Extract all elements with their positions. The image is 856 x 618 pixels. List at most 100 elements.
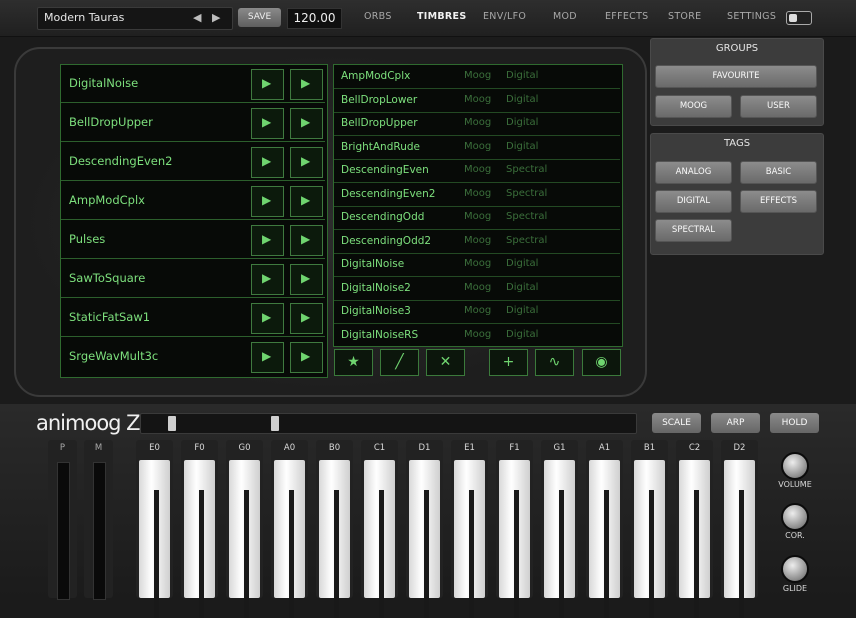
table-row[interactable]: BrightAndRude Moog Digital <box>334 136 620 160</box>
table-row[interactable]: DigitalNoiseRS Moog Digital <box>334 324 620 347</box>
list-item[interactable]: Pulses ▶ ▶ <box>61 221 325 259</box>
list-item[interactable]: StaticFatSaw1 ▶ ▶ <box>61 299 325 337</box>
orb-play-button[interactable]: ▶ <box>290 342 323 373</box>
tab-env-lfo[interactable]: ENV/LFO <box>483 11 526 22</box>
cor-knob[interactable] <box>781 503 809 531</box>
piano-key[interactable]: D1 <box>406 440 443 618</box>
scale-button[interactable]: SCALE <box>652 413 701 433</box>
piano-key[interactable]: E1 <box>451 440 488 618</box>
table-row[interactable]: DescendingEven Moog Spectral <box>334 159 620 183</box>
list-item[interactable]: AmpModCplx ▶ ▶ <box>61 182 325 220</box>
orb-play-button[interactable]: ▶ <box>251 342 284 373</box>
orb-play-button[interactable]: ▶ <box>290 69 323 100</box>
tag-basic-button[interactable]: BASIC <box>740 161 817 184</box>
play-icon: ▶ <box>301 232 311 246</box>
group-user-button[interactable]: USER <box>740 95 817 118</box>
orb-name: SrgeWavMult3c <box>69 349 159 363</box>
piano-key[interactable]: C2 <box>676 440 713 618</box>
group-favourite-button[interactable]: FAVOURITE <box>655 65 817 88</box>
tag-analog-button[interactable]: ANALOG <box>655 161 732 184</box>
tag-effects-button[interactable]: EFFECTS <box>740 190 817 213</box>
timbre-brand: Moog <box>464 234 492 246</box>
piano-key[interactable]: C1 <box>361 440 398 618</box>
list-item[interactable]: DigitalNoise ▶ ▶ <box>61 65 325 103</box>
rename-button[interactable]: ╱ <box>380 349 419 376</box>
piano-key[interactable]: E0 <box>136 440 173 618</box>
hold-button[interactable]: HOLD <box>770 413 819 433</box>
orb-play-button[interactable]: ▶ <box>251 225 284 256</box>
piano-key[interactable]: G0 <box>226 440 263 618</box>
piano-key[interactable]: D2 <box>721 440 758 618</box>
orb-play-button[interactable]: ▶ <box>290 264 323 295</box>
piano-key[interactable]: A0 <box>271 440 308 618</box>
orb-name: AmpModCplx <box>69 193 145 207</box>
glide-knob[interactable] <box>781 555 809 583</box>
save-button[interactable]: SAVE <box>238 8 281 27</box>
timbre-brand: Moog <box>464 305 492 316</box>
table-row[interactable]: DescendingEven2 Moog Spectral <box>334 183 620 207</box>
tab-mod[interactable]: MOD <box>553 11 577 22</box>
tab-orbs[interactable]: ORBS <box>364 11 392 22</box>
orb-play-button[interactable]: ▶ <box>251 264 284 295</box>
settings-toggle[interactable] <box>786 11 812 25</box>
orb-play-button[interactable]: ▶ <box>290 108 323 139</box>
orb-name: StaticFatSaw1 <box>69 310 151 324</box>
table-row[interactable]: DigitalNoise2 Moog Digital <box>334 277 620 301</box>
piano-key[interactable]: G1 <box>541 440 578 618</box>
orb-play-button[interactable]: ▶ <box>290 303 323 334</box>
keyboard-range-slider[interactable] <box>140 413 637 434</box>
next-preset-icon[interactable]: ▶ <box>212 11 220 24</box>
orb-play-button[interactable]: ▶ <box>251 147 284 178</box>
piano-key[interactable]: B0 <box>316 440 353 618</box>
orb-play-button[interactable]: ▶ <box>290 225 323 256</box>
key-label: F1 <box>509 443 520 453</box>
list-item[interactable]: BellDropUpper ▶ ▶ <box>61 104 325 142</box>
tab-store[interactable]: STORE <box>668 11 701 22</box>
list-item[interactable]: DescendingEven2 ▶ ▶ <box>61 143 325 181</box>
table-row[interactable]: DescendingOdd Moog Spectral <box>334 206 620 230</box>
list-item[interactable]: SawToSquare ▶ ▶ <box>61 260 325 298</box>
orb-play-button[interactable]: ▶ <box>251 108 284 139</box>
orb-play-button[interactable]: ▶ <box>251 69 284 100</box>
play-icon: ▶ <box>301 154 311 168</box>
range-start-handle[interactable] <box>168 416 176 431</box>
piano-key[interactable]: F0 <box>181 440 218 618</box>
tab-timbres[interactable]: TIMBRES <box>417 11 466 22</box>
record-button[interactable]: ◉ <box>582 349 621 376</box>
orb-play-button[interactable]: ▶ <box>290 186 323 217</box>
piano-key[interactable]: B1 <box>631 440 668 618</box>
mod-strip[interactable]: M <box>84 440 113 600</box>
orb-play-button[interactable]: ▶ <box>290 147 323 178</box>
arp-button[interactable]: ARP <box>711 413 760 433</box>
piano-key[interactable]: F1 <box>496 440 533 618</box>
tempo-display[interactable]: 120.00 <box>287 8 342 29</box>
waveform-button[interactable]: ∿ <box>535 349 574 376</box>
volume-knob[interactable] <box>781 452 809 480</box>
list-item[interactable]: SrgeWavMult3c ▶ ▶ <box>61 338 325 375</box>
piano-key[interactable]: A1 <box>586 440 623 618</box>
preset-selector[interactable]: Modern Tauras ◀ ▶ <box>37 7 233 30</box>
range-end-handle[interactable] <box>271 416 279 431</box>
delete-button[interactable]: ✕ <box>426 349 465 376</box>
tab-settings[interactable]: SETTINGS <box>727 11 776 22</box>
orb-play-button[interactable]: ▶ <box>251 186 284 217</box>
timbre-type: Spectral <box>506 234 548 246</box>
table-row[interactable]: AmpModCplx Moog Digital <box>334 65 620 89</box>
tag-spectral-button[interactable]: SPECTRAL <box>655 219 732 242</box>
tab-effects[interactable]: EFFECTS <box>605 11 649 22</box>
orb-play-button[interactable]: ▶ <box>251 303 284 334</box>
groups-title: GROUPS <box>715 43 759 54</box>
add-button[interactable]: + <box>489 349 528 376</box>
favourite-button[interactable]: ★ <box>334 349 373 376</box>
table-row[interactable]: DigitalNoise3 Moog Digital <box>334 300 620 324</box>
pitch-strip[interactable]: P <box>48 440 77 600</box>
table-row[interactable]: BellDropUpper Moog Digital <box>334 112 620 136</box>
key-slot <box>469 490 474 618</box>
tag-digital-button[interactable]: DIGITAL <box>655 190 732 213</box>
orb-name: DescendingEven2 <box>69 154 173 168</box>
table-row[interactable]: DescendingOdd2 Moog Spectral <box>334 230 620 254</box>
prev-preset-icon[interactable]: ◀ <box>193 11 201 24</box>
table-row[interactable]: BellDropLower Moog Digital <box>334 89 620 113</box>
group-moog-button[interactable]: MOOG <box>655 95 732 118</box>
table-row[interactable]: DigitalNoise Moog Digital <box>334 253 620 277</box>
